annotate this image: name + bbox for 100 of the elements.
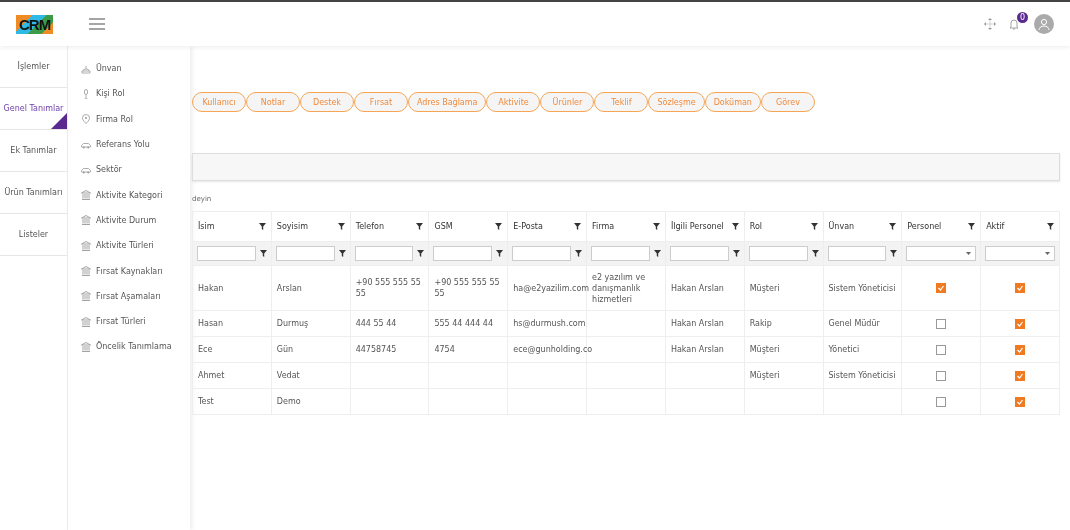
filter-icon[interactable] <box>1047 223 1054 230</box>
map-pin-icon <box>80 114 91 125</box>
table-cell: 444 55 44 <box>355 319 397 328</box>
submenu-item[interactable]: Fırsat Kaynakları <box>95 266 163 276</box>
sidebar-item[interactable]: Genel Tanımlar <box>0 88 67 130</box>
submenu-item[interactable]: Öncelik Tanımlama <box>95 342 172 352</box>
checkbox[interactable] <box>936 396 947 407</box>
table-cell: ece@gunholding.co <box>513 345 593 354</box>
filter-icon[interactable] <box>259 250 267 257</box>
checkbox[interactable] <box>1015 283 1026 293</box>
filter-icon[interactable] <box>575 250 583 257</box>
filter-input[interactable] <box>748 246 808 261</box>
filter-icon[interactable] <box>495 223 503 230</box>
column-header: Aktif <box>986 222 1005 231</box>
checkbox[interactable] <box>936 318 947 329</box>
column-header: Soyisim <box>276 222 308 231</box>
filter-icon[interactable] <box>889 223 897 230</box>
filter-input[interactable] <box>197 246 256 261</box>
caret-icon <box>966 252 972 255</box>
sidebar-item[interactable]: Listeler <box>0 214 67 256</box>
filter-input[interactable] <box>512 246 572 261</box>
menu-icon[interactable] <box>89 18 106 30</box>
table-cell: hs@durmush.com <box>513 319 586 328</box>
checkbox[interactable] <box>1015 396 1026 407</box>
table-cell: Hasan <box>198 319 224 328</box>
table-cell: Hakan Arslan <box>670 319 724 328</box>
filter-icon[interactable] <box>731 223 739 230</box>
bell-icon[interactable] <box>1008 18 1020 30</box>
column-header: İsim <box>198 222 215 231</box>
sidebar-item[interactable]: İşlemler <box>0 46 67 88</box>
avatar[interactable] <box>1034 14 1054 34</box>
table-cell: +90 555 555 55 55 <box>355 278 421 298</box>
filter-icon[interactable] <box>732 250 740 257</box>
table-cell: Ece <box>198 345 213 354</box>
column-header: İlgili Personel <box>670 222 724 231</box>
column-header: GSM <box>434 222 453 231</box>
submenu-item[interactable]: Aktivite Türleri <box>95 241 154 251</box>
filter-icon[interactable] <box>652 223 660 230</box>
filter-icon[interactable] <box>810 223 818 230</box>
filter-icon[interactable] <box>653 250 661 257</box>
table-cell: Müşteri <box>749 283 780 293</box>
checkbox[interactable] <box>1015 318 1026 329</box>
sidebar-item[interactable]: Ürün Tanımları <box>0 172 67 214</box>
filter-icon[interactable] <box>416 223 424 230</box>
column-header: Telefon <box>355 222 384 231</box>
filter-icon[interactable] <box>258 223 266 230</box>
checkbox[interactable] <box>1015 344 1026 355</box>
filter-icon[interactable] <box>890 250 898 257</box>
submenu-item[interactable]: Referans Yolu <box>95 140 150 150</box>
submenu-item[interactable]: Fırsat Aşamaları <box>95 291 161 301</box>
table-cell: Yönetici <box>828 345 860 354</box>
bank-icon <box>80 215 91 226</box>
table-cell: Gün <box>276 345 294 354</box>
submenu-item[interactable]: Kişi Rol <box>95 89 125 99</box>
submenu-item[interactable]: Ünvan <box>95 64 122 74</box>
sidebar-item[interactable]: Ek Tanımlar <box>0 130 67 172</box>
checkbox[interactable] <box>936 283 947 293</box>
table-cell: Durmuş <box>276 319 309 328</box>
move-arrows-icon[interactable] <box>984 18 996 30</box>
filter-icon[interactable] <box>574 223 582 230</box>
table-cell: Hakan Arslan <box>670 345 724 354</box>
filter-input[interactable] <box>354 246 414 261</box>
filter-icon[interactable] <box>496 250 504 257</box>
table-cell: Rakip <box>749 319 772 328</box>
column-header: E-Posta <box>513 222 543 231</box>
filter-icon[interactable] <box>417 250 425 257</box>
submenu-item[interactable]: Aktivite Durum <box>95 215 157 225</box>
table-cell: e2 yazılım ve danışmanlık hizmetleri <box>592 272 646 304</box>
filter-input[interactable] <box>433 246 493 261</box>
table-cell: Ahmet <box>198 371 225 380</box>
submenu-item[interactable]: Sektör <box>95 165 122 175</box>
filter-input[interactable] <box>275 246 335 261</box>
table-cell: Test <box>198 397 214 406</box>
submenu-item[interactable]: Aktivite Kategori <box>95 190 163 200</box>
bank-icon <box>80 341 91 352</box>
submenu-item[interactable]: Firma Rol <box>95 114 133 124</box>
filter-dropdown[interactable] <box>906 246 977 261</box>
table-cell: 44758745 <box>355 345 397 354</box>
table-cell: +90 555 555 55 55 <box>434 278 500 298</box>
submenu-item[interactable]: Fırsat Türleri <box>95 317 146 327</box>
filter-input[interactable] <box>669 246 729 261</box>
checkbox[interactable] <box>936 370 947 381</box>
filter-icon[interactable] <box>337 223 345 230</box>
bank-icon <box>80 266 91 276</box>
column-header: Personel <box>907 222 942 231</box>
filter-icon[interactable] <box>338 250 346 257</box>
filter-input[interactable] <box>591 246 650 261</box>
table-cell: Demo <box>276 397 301 406</box>
checkbox[interactable] <box>936 344 947 355</box>
checkbox[interactable] <box>1015 370 1026 381</box>
filter-input[interactable] <box>827 246 887 261</box>
column-header: Rol <box>749 222 762 231</box>
bank-icon <box>80 240 91 251</box>
column-header: Firma <box>592 222 615 231</box>
table-cell: Hakan <box>198 283 224 293</box>
table-cell: Vedat <box>276 371 300 380</box>
filter-icon[interactable] <box>811 250 819 257</box>
filter-icon[interactable] <box>968 223 976 230</box>
crm-logo[interactable]: CRM <box>16 14 54 34</box>
filter-dropdown[interactable] <box>985 246 1055 261</box>
